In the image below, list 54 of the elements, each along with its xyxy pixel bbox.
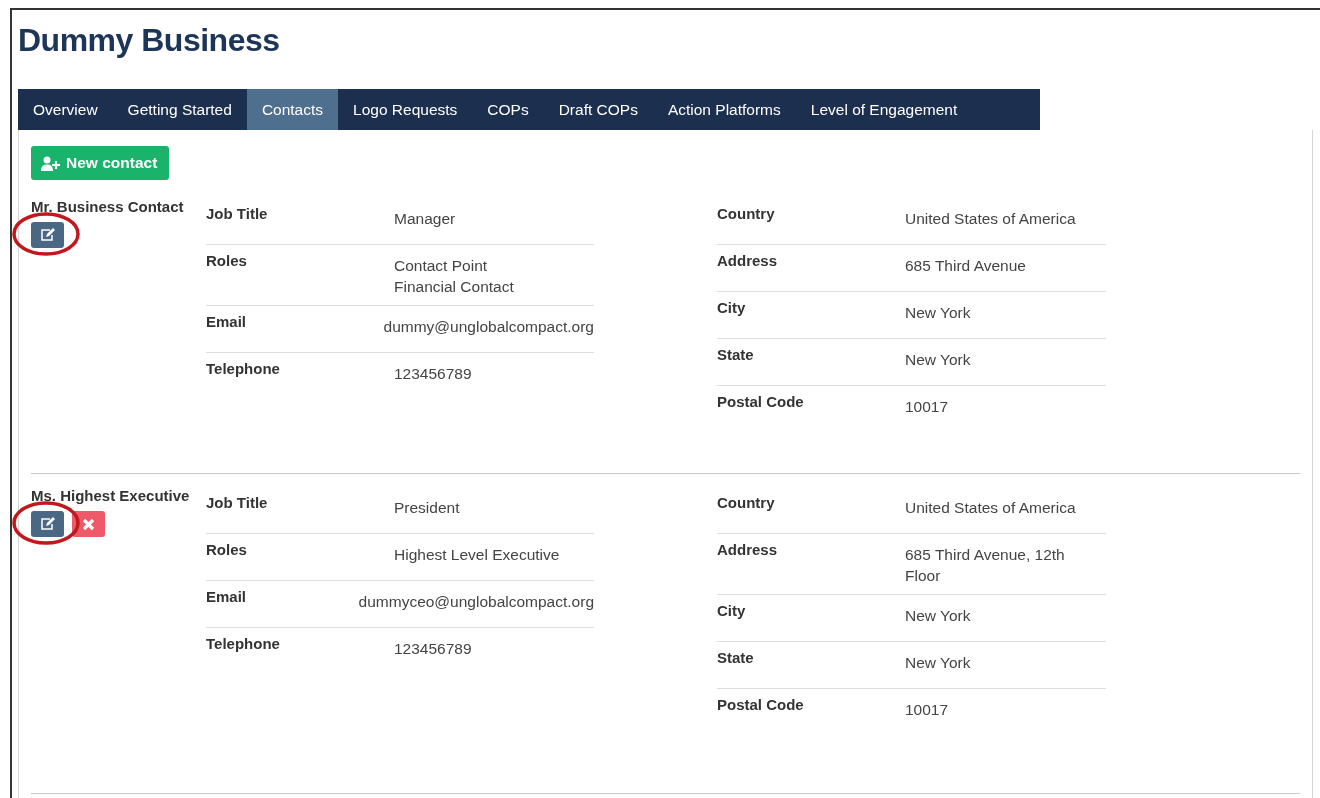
tab[interactable]: Action Platforms (652, 89, 796, 130)
field-value: New York (905, 653, 972, 673)
field-label: Address (717, 252, 779, 271)
field-label: Postal Code (717, 696, 805, 715)
field-value: Manager (394, 209, 456, 229)
field-label: City (717, 602, 747, 621)
contact-name: Ms. Highest Executive (31, 487, 190, 504)
field-value: 10017 (905, 397, 950, 417)
field-label: Job Title (206, 494, 269, 513)
field-label: Email (206, 313, 248, 332)
field-value: United States of America (905, 498, 1077, 518)
tab[interactable]: Overview (18, 89, 113, 130)
field-value: dummyceo@unglobalcompact.org (358, 592, 594, 612)
field-value: New York (905, 350, 972, 370)
edit-icon (40, 228, 55, 242)
field-value: 685 Third Avenue, 12th Floor (905, 545, 1066, 586)
field-label: City (717, 299, 747, 318)
field-label: Roles (206, 252, 248, 271)
field-label: Country (717, 494, 776, 513)
field-value: Highest Level Executive (394, 545, 560, 565)
field-label: Country (717, 205, 776, 224)
field-value: dummy@unglobalcompact.org (383, 317, 594, 337)
edit-button[interactable] (31, 511, 64, 537)
field-value: 123456789 (394, 364, 472, 384)
field-label: Roles (206, 541, 248, 560)
edit-icon (40, 517, 55, 531)
field-value: 123456789 (394, 639, 472, 659)
field-value: United States of America (905, 209, 1077, 229)
field-value: 10017 (905, 700, 950, 720)
tab[interactable]: Logo Requests (338, 89, 473, 130)
tab[interactable]: Level of Engagement (795, 89, 973, 130)
contact-name: Mr. Business Contact (31, 198, 184, 215)
field-label: Telephone (206, 635, 281, 654)
tab[interactable]: COPs (472, 89, 544, 130)
field-value: President (394, 498, 460, 518)
field-label: Postal Code (717, 393, 805, 412)
field-value: Contact Point (394, 256, 489, 276)
field-label: Job Title (206, 205, 269, 224)
page-title: Dummy Business (18, 21, 281, 60)
field-label: Telephone (206, 360, 281, 379)
field-value: New York (905, 606, 972, 626)
field-value: New York (905, 303, 972, 323)
tab[interactable]: Getting Started (112, 89, 247, 130)
add-user-icon (41, 155, 61, 171)
edit-button[interactable] (31, 222, 64, 248)
close-icon (82, 517, 95, 531)
field-label: Email (206, 588, 248, 607)
tab[interactable]: Draft COPs (543, 89, 653, 130)
field-label: Address (717, 541, 779, 560)
field-value: 685 Third Avenue (905, 256, 1027, 276)
field-label: State (717, 346, 755, 365)
tab[interactable]: Contacts (246, 89, 339, 130)
field-value: Financial Contact (394, 277, 514, 297)
field-label: State (717, 649, 755, 668)
